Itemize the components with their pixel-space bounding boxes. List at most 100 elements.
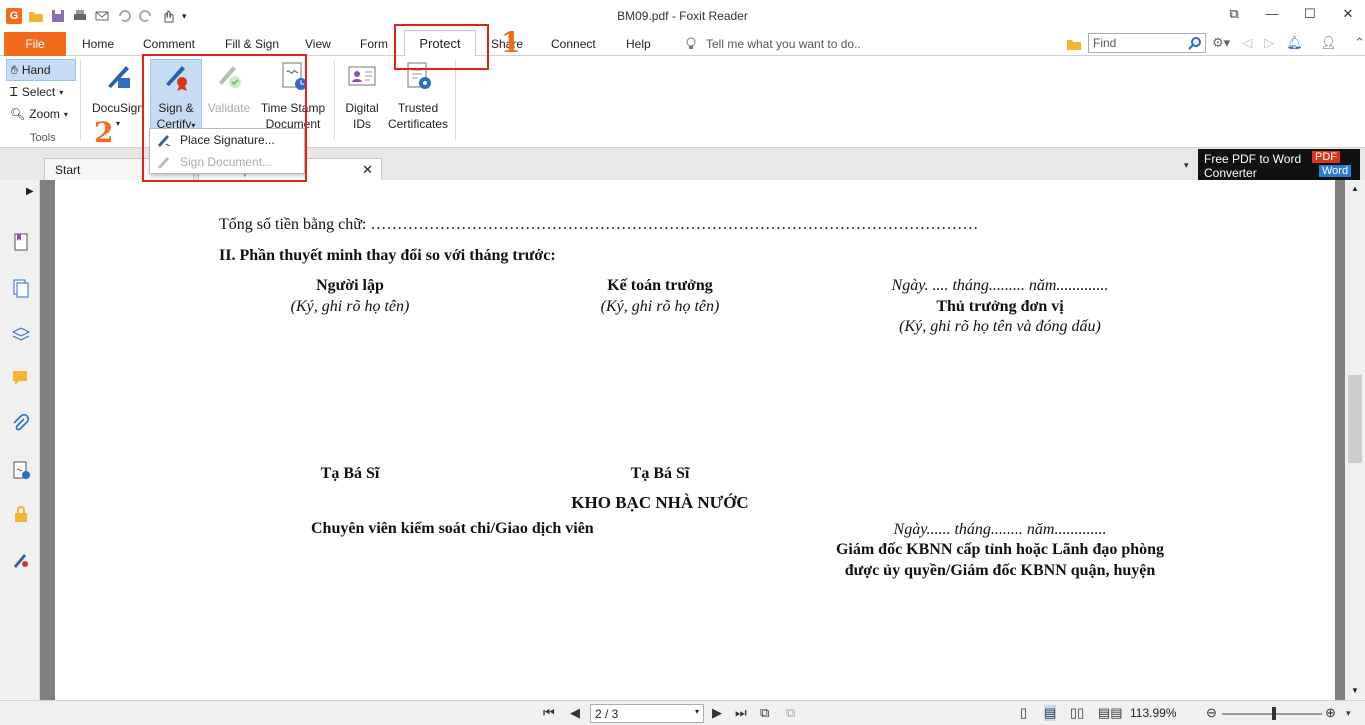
lightbulb-icon bbox=[686, 37, 696, 49]
find-input[interactable]: Find bbox=[1088, 33, 1206, 53]
digital-ids-label-2: IDs bbox=[353, 117, 371, 131]
preparer-title: Người lập bbox=[316, 277, 384, 294]
trusted-label-2: Certificates bbox=[387, 117, 449, 131]
expand-panel-icon[interactable]: ▶ bbox=[26, 186, 34, 197]
tell-me-search[interactable]: Tell me what you want to do.. bbox=[684, 37, 861, 51]
scroll-up-icon[interactable]: ▲ bbox=[1351, 184, 1359, 193]
tell-me-text: Tell me what you want to do.. bbox=[706, 37, 861, 51]
digital-ids-label-1: Digital bbox=[345, 101, 379, 115]
tab-connect[interactable]: Connect bbox=[551, 37, 596, 51]
date-line-1: Ngày. .... tháng......... năm...........… bbox=[891, 277, 1109, 294]
signer-name-2: Tạ Bá Sĩ bbox=[630, 465, 690, 482]
zoom-slider-thumb[interactable] bbox=[1272, 707, 1276, 720]
previous-view-icon[interactable]: ⧉ bbox=[760, 705, 769, 721]
date-line-2: Ngày...... tháng........ năm............… bbox=[893, 521, 1107, 538]
navigation-panel: ▶ bbox=[0, 180, 40, 700]
ad-line-2: Converter bbox=[1204, 166, 1257, 180]
maximize-button[interactable]: ☐ bbox=[1301, 6, 1319, 22]
facing-view-icon[interactable]: ▯▯ bbox=[1070, 705, 1084, 721]
zoom-level[interactable]: 113.99% bbox=[1130, 706, 1176, 720]
tab-list-dropdown-icon[interactable]: ▾ bbox=[1184, 160, 1189, 171]
zoom-tool-button[interactable]: 🔍︎ Zoom ▾ bbox=[6, 103, 76, 125]
zoom-label: Zoom bbox=[29, 107, 60, 121]
select-tool-button[interactable]: Ꮖ Select ▾ bbox=[6, 81, 76, 103]
close-button[interactable]: ✕ bbox=[1339, 6, 1357, 22]
tab-file[interactable]: File bbox=[4, 32, 66, 56]
tab-start-label: Start bbox=[55, 163, 81, 177]
search-icon[interactable] bbox=[1188, 36, 1202, 50]
chief-accountant-note: (Ký, ghi rõ họ tên) bbox=[600, 298, 720, 315]
trusted-label-1: Trusted bbox=[397, 101, 439, 115]
signatures-panel-icon[interactable] bbox=[11, 460, 31, 480]
pdf-to-word-ad[interactable]: Free PDF to Word Converter PDF Word bbox=[1198, 149, 1360, 181]
last-page-icon[interactable]: ⏭ bbox=[735, 705, 747, 721]
unit-head-note: (Ký, ghi rõ họ tên và đóng dấu) bbox=[899, 318, 1101, 335]
status-bar: ⏮ ◀ 2 / 3 ▾ ▶ ⏭ ⧉ ⧉ ▯ ▤ ▯▯ ▤▤ 113.99% ⊖ … bbox=[0, 700, 1365, 725]
tab-home[interactable]: Home bbox=[82, 37, 114, 51]
bookmarks-icon[interactable] bbox=[11, 232, 31, 252]
page-dropdown-icon[interactable]: ▾ bbox=[695, 707, 699, 716]
previous-page-icon[interactable]: ◀ bbox=[570, 705, 580, 721]
ad-pdf-badge: PDF bbox=[1312, 151, 1340, 163]
tools-group-label: Tools bbox=[30, 132, 56, 144]
select-text-icon: Ꮖ bbox=[10, 84, 18, 99]
find-placeholder: Find bbox=[1093, 36, 1117, 50]
continuous-view-icon[interactable]: ▤ bbox=[1044, 705, 1057, 721]
next-page-icon[interactable]: ▶ bbox=[712, 705, 722, 721]
director-title-line-1: Giám đốc KBNN cấp tỉnh hoặc Lãnh đạo phò… bbox=[835, 541, 1165, 558]
window-title: BM09.pdf - Foxit Reader bbox=[617, 9, 748, 23]
trusted-certificates-button[interactable]: Trusted Certificates bbox=[386, 60, 450, 132]
ad-word-badge: Word bbox=[1319, 165, 1352, 177]
layers-icon[interactable] bbox=[11, 324, 31, 344]
vertical-scrollbar[interactable]: ▲ ▼ bbox=[1345, 180, 1365, 700]
tools-group: ✋︎ Hand Ꮖ Select ▾ 🔍︎ Zoom ▾ bbox=[6, 59, 76, 125]
scroll-thumb[interactable] bbox=[1348, 375, 1362, 463]
director-title-line-2: được ủy quyền/Giám đốc KBNN quận, huyện bbox=[844, 562, 1156, 579]
single-page-view-icon[interactable]: ▯ bbox=[1020, 705, 1027, 721]
scroll-down-icon[interactable]: ▼ bbox=[1351, 686, 1359, 695]
control-officer-title: Chuyên viên kiểm soát chi/Giao dịch viên bbox=[311, 520, 594, 537]
zoom-out-icon[interactable]: ⊖ bbox=[1206, 705, 1217, 721]
docusign-label: DocuSign bbox=[91, 101, 145, 115]
tab-help[interactable]: Help bbox=[626, 37, 651, 51]
security-lock-icon[interactable] bbox=[11, 504, 31, 524]
zoom-dropdown-icon: ▾ bbox=[63, 109, 68, 119]
pages-thumbnail-icon[interactable] bbox=[11, 278, 31, 298]
close-tab-icon[interactable]: ✕ bbox=[362, 162, 373, 178]
select-dropdown-icon: ▾ bbox=[59, 87, 64, 97]
ad-line-1: Free PDF to Word bbox=[1204, 152, 1302, 166]
minimize-button[interactable]: — bbox=[1263, 6, 1281, 22]
hand-icon: ✋︎ bbox=[11, 62, 18, 77]
continuous-facing-view-icon[interactable]: ▤▤ bbox=[1098, 705, 1123, 721]
page-number-value: 2 / 3 bbox=[595, 707, 619, 721]
digital-ids-button[interactable]: Digital IDs bbox=[340, 60, 384, 132]
page-number-input[interactable]: 2 / 3 ▾ bbox=[590, 704, 704, 723]
next-view-icon[interactable]: ⧉ bbox=[786, 705, 795, 721]
digital-id-card-icon bbox=[348, 66, 376, 86]
tab-comment[interactable]: Comment bbox=[143, 37, 195, 51]
tab-view[interactable]: View bbox=[305, 37, 331, 51]
treasury-heading: KHO BẠC NHÀ NƯỚC bbox=[571, 493, 749, 512]
tab-fill-sign[interactable]: Fill & Sign bbox=[225, 37, 279, 51]
hand-label: Hand bbox=[21, 63, 51, 77]
zoom-menu-icon[interactable]: ▾ bbox=[1346, 708, 1351, 719]
tab-form[interactable]: Form bbox=[360, 37, 388, 51]
title-bar: G ▾ BM09.pdf - Foxit Reader ⧉ — ☐ ✕ bbox=[0, 0, 1365, 32]
zoom-in-icon[interactable]: ⊕ bbox=[1325, 705, 1336, 721]
find-folder-icon[interactable] bbox=[1066, 36, 1082, 52]
zoom-magnifier-icon: 🔍︎ bbox=[10, 107, 26, 121]
step-label-1: 1 bbox=[501, 26, 521, 59]
first-page-icon[interactable]: ⏮ bbox=[543, 705, 555, 721]
ribbon-separator bbox=[334, 60, 335, 140]
restore-layout-button[interactable]: ⧉ bbox=[1225, 6, 1243, 22]
section-ii-heading: II. Phần thuyết minh thay đổi so với thá… bbox=[219, 247, 556, 264]
digital-signature-icon[interactable] bbox=[11, 550, 31, 570]
document-viewport[interactable]: Tổng số tiền bằng chữ: ……………………………………………… bbox=[40, 180, 1345, 700]
preparer-note: (Ký, ghi rõ họ tên) bbox=[290, 298, 410, 315]
docusign-icon bbox=[108, 66, 130, 88]
ribbon-separator bbox=[80, 60, 81, 140]
attachments-paperclip-icon[interactable] bbox=[11, 414, 31, 434]
chief-accountant-title: Kế toán trưởng bbox=[607, 277, 713, 294]
hand-tool-button[interactable]: ✋︎ Hand bbox=[6, 59, 76, 81]
comments-icon[interactable] bbox=[11, 368, 31, 388]
